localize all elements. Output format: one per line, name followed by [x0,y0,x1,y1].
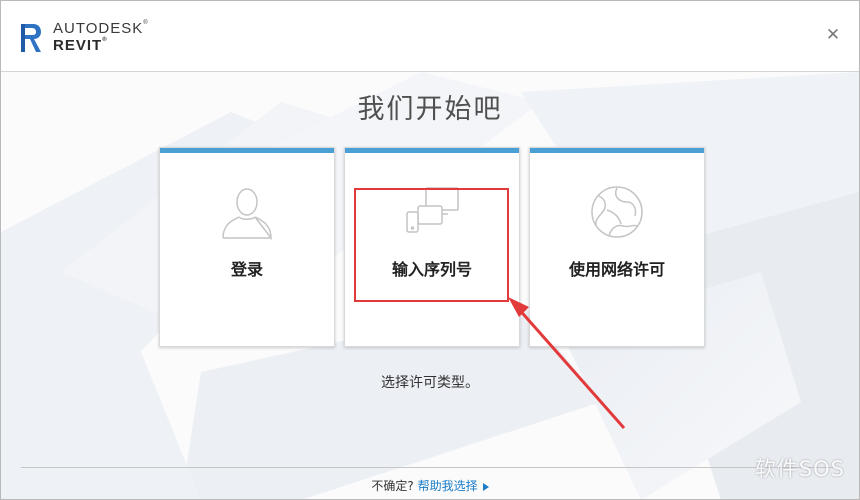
card-accent-bar [345,148,519,153]
devices-icon [406,187,459,233]
card-label-enter-serial: 输入序列号 [391,260,472,279]
close-icon[interactable]: ✕ [825,27,841,44]
card-accent-bar [160,148,334,153]
page-title: 我们开始吧 [357,94,503,125]
help-question: 不确定? [371,479,414,493]
card-label-sign-in: 登录 [230,260,263,279]
enter-serial-card[interactable]: 输入序列号 [344,147,520,347]
network-license-card[interactable]: 使用网络许可 [529,147,705,347]
license-dialog: AUTODESK® REVIT® ✕ 我们开始吧 登录 输入序列号 使用网络许可… [0,0,860,500]
card-label-network-license: 使用网络许可 [568,260,665,279]
watermark-text: 软件SOS [754,457,845,481]
network-globe-icon [591,186,643,238]
footer-divider [21,467,839,468]
user-icon [222,188,272,241]
brand-autodesk: AUTODESK® [53,20,149,37]
sign-in-card[interactable]: 登录 [159,147,335,347]
card-accent-bar [530,148,704,153]
help-me-choose-link[interactable]: 帮助我选择 [418,479,489,493]
dialog-footer: 不确定? 帮助我选择 [1,477,859,494]
brand-product: REVIT® [53,37,108,54]
main-content: 我们开始吧 登录 输入序列号 使用网络许可 选择许可类型。 不确定? 帮助我选择 [1,1,859,499]
play-triangle-icon [482,482,489,491]
revit-logo-icon [21,24,41,52]
dialog-header: AUTODESK® REVIT® ✕ [1,1,859,72]
license-type-hint: 选择许可类型。 [381,375,479,391]
